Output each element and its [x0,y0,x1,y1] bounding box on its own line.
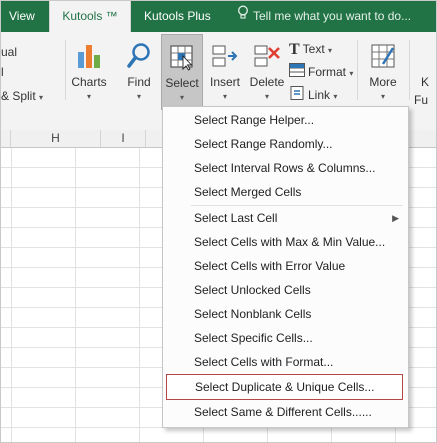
column-header-partial[interactable] [1,130,11,147]
text-dropdown-arrow-icon: ▾ [328,46,333,55]
select-cells-icon [168,43,196,74]
magnifier-icon [126,42,152,73]
link-dropdown-arrow-icon: ▾ [333,92,338,101]
select-label: Select [165,76,199,90]
menu-item-label: Select Last Cell [194,211,278,225]
menu-item-select-unlocked-cells[interactable]: Select Unlocked Cells [166,279,403,301]
menu-item-select-nonblank-cells[interactable]: Select Nonblank Cells [166,303,403,325]
insert-label: Insert [209,75,240,89]
ribbon-separator [409,40,410,100]
column-header-i[interactable]: I [101,130,146,147]
menu-separator [191,205,403,206]
menu-item-select-range-randomly[interactable]: Select Range Randomly... [166,133,403,155]
ribbon-partial-right-bottom[interactable]: Fu [414,93,428,107]
menu-item-select-same-different-cells[interactable]: Select Same & Different Cells...... [166,401,403,423]
charts-dropdown-arrow-icon: ▾ [86,92,91,101]
menu-item-select-interval-rows-columns[interactable]: Select Interval Rows & Columns... [166,157,403,179]
delete-dropdown-arrow-icon: ▾ [264,92,269,101]
ribbon-separator [357,40,358,100]
excel-window: View Kutools ™ Kutools Plus Tell me what… [0,0,437,443]
tell-me-box[interactable]: Tell me what you want to do... [237,1,411,32]
more-label: More [369,75,397,89]
find-dropdown-arrow-icon: ▾ [136,92,141,101]
menu-item-select-merged-cells[interactable]: Select Merged Cells [166,181,403,203]
menu-item-select-cells-error-value[interactable]: Select Cells with Error Value [166,255,403,277]
insert-dropdown-arrow-icon: ▾ [222,92,227,101]
format-dropdown-arrow-icon: ▾ [349,69,354,78]
ribbon-partial-label-mid[interactable]: l [1,65,4,79]
delete-label: Delete [249,75,285,89]
ribbon-partial-label-top[interactable]: ual [1,45,17,59]
more-tools-icon [369,42,397,73]
select-dropdown-menu: Select Range Helper... Select Range Rand… [162,106,409,428]
charts-button[interactable]: Charts ▾ [67,34,111,108]
delete-cells-icon [253,42,281,73]
bar-chart-icon [75,42,103,73]
link-button[interactable]: Link ▾ [289,85,337,105]
find-button[interactable]: Find ▾ [119,34,159,108]
text-button[interactable]: T Text ▾ [289,39,332,59]
insert-button[interactable]: Insert ▾ [205,34,245,108]
text-label: Text [302,42,325,56]
more-dropdown-arrow-icon: ▾ [380,92,385,101]
format-label: Format [308,65,347,79]
lightbulb-icon [237,1,249,32]
tell-me-text: Tell me what you want to do... [253,9,412,23]
tab-kutools[interactable]: Kutools ™ [49,1,131,32]
menu-item-select-specific-cells[interactable]: Select Specific Cells... [166,327,403,349]
select-dropdown-arrow-icon: ▾ [179,93,184,102]
menu-item-select-cells-with-format[interactable]: Select Cells with Format... [166,351,403,373]
charts-label: Charts [71,75,107,89]
format-button[interactable]: Format ▾ [289,62,353,82]
ribbon-separator [65,40,66,100]
split-dropdown-arrow-icon: ▾ [39,93,44,102]
submenu-arrow-icon: ▶ [392,213,399,223]
tab-view[interactable]: View [9,1,35,32]
format-icon [289,62,305,83]
link-label: Link [308,88,331,102]
menu-item-select-duplicate-unique-cells[interactable]: Select Duplicate & Unique Cells... [166,374,403,400]
select-button[interactable]: Select ▾ [161,34,203,110]
text-t-icon: T [289,40,300,58]
split-button[interactable]: & Split ▾ [1,89,43,103]
menu-item-select-range-helper[interactable]: Select Range Helper... [166,109,403,131]
more-button[interactable]: More ▾ [363,34,403,108]
delete-button[interactable]: Delete ▾ [247,34,287,108]
split-label: & Split [1,89,36,103]
link-icon [289,85,305,106]
find-label: Find [127,75,151,89]
ribbon-tab-strip: View Kutools ™ Kutools Plus Tell me what… [1,1,436,32]
insert-cells-icon [211,42,239,73]
menu-item-select-cells-max-min[interactable]: Select Cells with Max & Min Value... [166,231,403,253]
tab-kutools-plus[interactable]: Kutools Plus [144,1,211,32]
menu-item-select-last-cell[interactable]: Select Last Cell ▶ [166,207,403,229]
ribbon-partial-right-top[interactable]: K [421,75,429,89]
column-header-h[interactable]: H [11,130,101,147]
